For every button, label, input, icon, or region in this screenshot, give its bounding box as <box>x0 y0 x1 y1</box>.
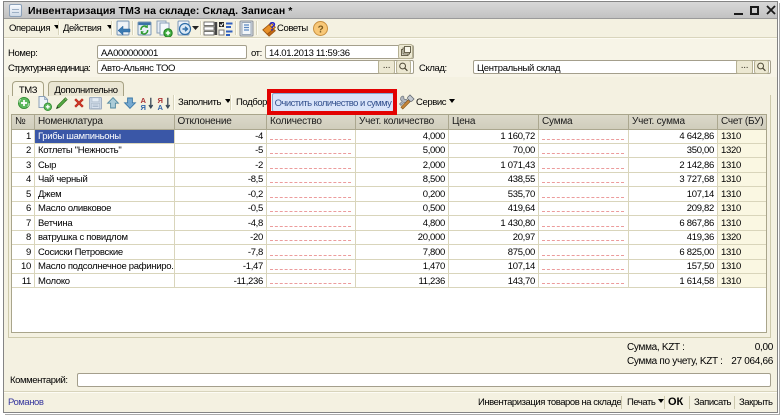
svg-text:?: ? <box>269 21 276 33</box>
svg-text:Я: Я <box>141 103 146 110</box>
svg-text:А: А <box>158 103 164 110</box>
svg-text:?: ? <box>318 25 324 36</box>
